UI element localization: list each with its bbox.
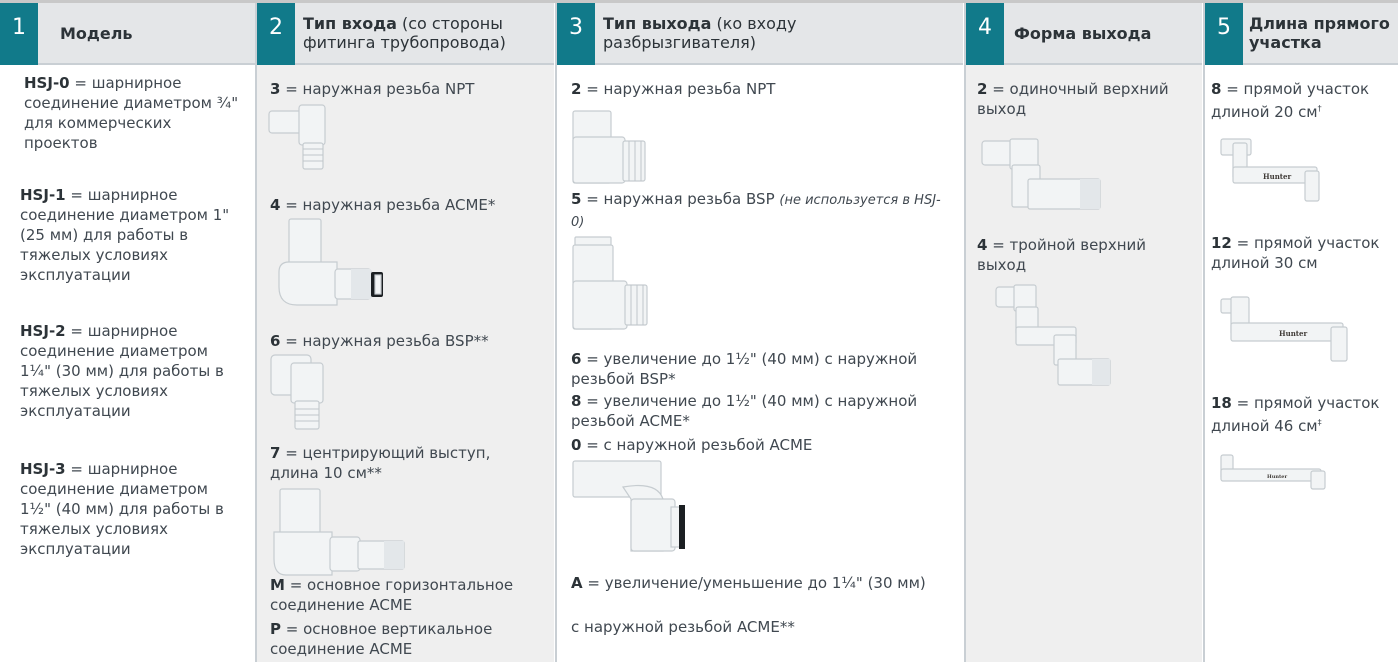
outlet-item: 5 = наружная резьба BSP (не используется… xyxy=(571,190,941,230)
column-inlet: 2 Тип входа (со стороны фитинга трубопро… xyxy=(257,3,554,662)
column-title: Модель xyxy=(60,23,133,43)
single-top-outlet-image xyxy=(981,138,1101,210)
model-item: HSJ-1 = шарнирное соединение диаметром 1… xyxy=(20,186,230,284)
outlet-item: 0 = с наружной резьбой ACME xyxy=(571,436,813,454)
fitting-acme-image xyxy=(278,218,383,306)
inlet-item: P = основное вертикальное соединение ACM… xyxy=(270,620,493,658)
svg-text:Hunter: Hunter xyxy=(1279,329,1307,338)
column-title: Длина прямого участка xyxy=(1249,14,1390,52)
outlet-item: 8 = увеличение до 1½" (40 мм) с наружной… xyxy=(571,392,918,430)
swing-pipe-46cm-image: Hunter xyxy=(1220,454,1326,490)
model-item: HSJ-0 = шарнирное соединение диаметром ¾… xyxy=(24,74,239,152)
model-item: HSJ-3 = шарнирное соединение диаметром 1… xyxy=(20,460,224,558)
column-header: 3 Тип выхода (ко входу разбрызгивателя) xyxy=(557,3,963,65)
fitting-bsp-image xyxy=(270,354,324,430)
length-item: 8 = прямой участок длиной 20 см† xyxy=(1211,80,1370,121)
column-length: 5 Длина прямого участка 8 = прямой участ… xyxy=(1205,3,1398,662)
outlet-item: A = увеличение/уменьшение до 1¼" (30 мм) xyxy=(571,574,926,592)
column-number-badge: 4 xyxy=(966,3,1004,65)
column-number-badge: 2 xyxy=(257,3,295,65)
outlet-npt-image xyxy=(572,110,646,184)
outlet-form-item: 4 = тройной верхний выход xyxy=(977,236,1146,274)
length-item: 18 = прямой участок длиной 46 см‡ xyxy=(1211,394,1380,435)
column-title: Форма выхода xyxy=(1014,23,1152,43)
column-header: 2 Тип входа (со стороны фитинга трубопро… xyxy=(257,3,554,65)
inlet-item: 6 = наружная резьба BSP** xyxy=(270,332,489,350)
triple-top-outlet-image xyxy=(995,284,1111,386)
outlet-item: с наружной резьбой ACME** xyxy=(571,618,795,636)
column-outlet: 3 Тип выхода (ко входу разбрызгивателя) … xyxy=(557,3,963,662)
column-header: 1 Модель xyxy=(0,3,256,65)
column-model: 1 Модель HSJ-0 = шарнирное соединение ди… xyxy=(0,3,256,662)
column-header: 5 Длина прямого участка xyxy=(1205,3,1398,65)
swing-pipe-30cm-image: Hunter xyxy=(1220,296,1348,362)
column-title: Тип входа (со стороны фитинга трубопрово… xyxy=(303,14,506,52)
svg-text:Hunter: Hunter xyxy=(1267,474,1287,480)
inlet-item: 3 = наружная резьба NPT xyxy=(270,80,475,98)
swing-pipe-20cm-image: Hunter xyxy=(1220,138,1320,202)
column-number-badge: 3 xyxy=(557,3,595,65)
inlet-item: 4 = наружная резьба ACME* xyxy=(270,196,496,214)
outlet-acme-image xyxy=(572,460,685,552)
outlet-form-item: 2 = одиночный верхний выход xyxy=(977,80,1169,118)
fitting-pilot-image xyxy=(273,488,405,576)
column-number-badge: 1 xyxy=(0,3,38,65)
column-outlet-form: 4 Форма выхода 2 = одиночный верхний вых… xyxy=(966,3,1202,662)
column-header: 4 Форма выхода xyxy=(966,3,1202,65)
fitting-npt-image xyxy=(268,104,326,170)
length-item: 12 = прямой участок длиной 30 см xyxy=(1211,234,1380,272)
outlet-item: 2 = наружная резьба NPT xyxy=(571,80,776,98)
outlet-item: 6 = увеличение до 1½" (40 мм) с наружной… xyxy=(571,350,918,388)
model-item: HSJ-2 = шарнирное соединение диаметром 1… xyxy=(20,322,224,420)
column-number-badge: 5 xyxy=(1205,3,1243,65)
inlet-item: 7 = центрирующий выступ, длина 10 см** xyxy=(270,444,491,482)
svg-text:Hunter: Hunter xyxy=(1263,172,1291,181)
column-title: Тип выхода (ко входу разбрызгивателя) xyxy=(603,14,797,52)
outlet-bsp-image xyxy=(572,236,648,330)
inlet-item: M = основное горизонтальное соединение A… xyxy=(270,576,514,614)
